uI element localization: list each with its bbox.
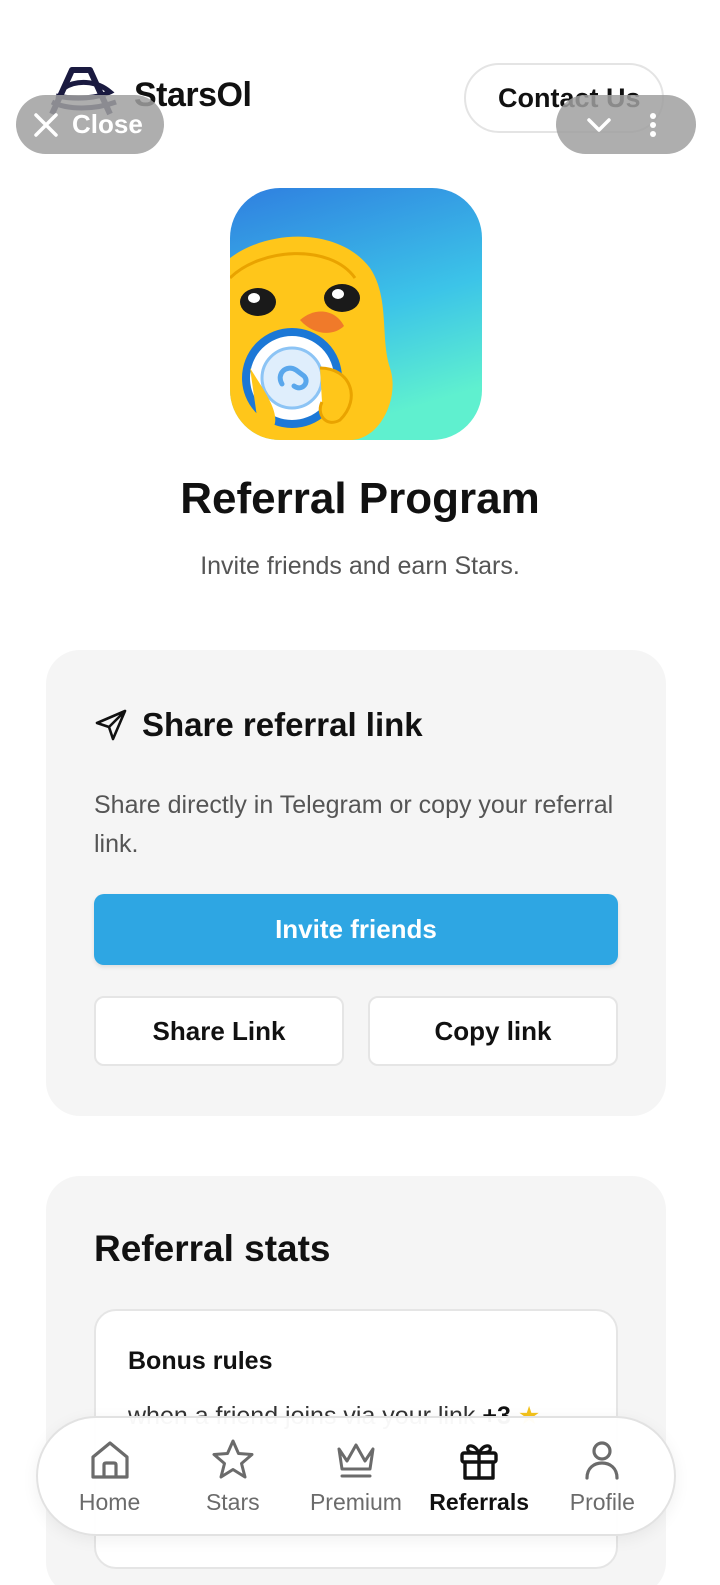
nav-label-premium: Premium bbox=[309, 1488, 402, 1515]
page-title: Referral Program bbox=[180, 474, 540, 523]
send-icon bbox=[95, 709, 127, 741]
bonus-rules-title: Bonus rules bbox=[128, 1347, 273, 1375]
more-vertical-icon[interactable] bbox=[638, 110, 668, 140]
nav-item-stars[interactable]: Stars bbox=[175, 1437, 290, 1516]
share-card-header: Share referral link bbox=[94, 706, 423, 744]
stats-title: Referral stats bbox=[94, 1228, 331, 1269]
close-label: Close bbox=[72, 109, 143, 139]
invite-friends-button[interactable]: Invite friends bbox=[94, 894, 618, 965]
nav-label-referrals: Referrals bbox=[429, 1488, 530, 1515]
home-icon bbox=[90, 1440, 129, 1479]
user-icon bbox=[585, 1440, 619, 1480]
nav-label-profile: Profile bbox=[569, 1488, 635, 1515]
share-link-button[interactable]: Share Link bbox=[94, 996, 344, 1066]
nav-label-stars: Stars bbox=[205, 1488, 260, 1515]
star-icon bbox=[212, 1439, 254, 1478]
close-button[interactable]: Close bbox=[16, 95, 164, 154]
share-card-description: Share directly in Telegram or copy your … bbox=[94, 791, 614, 858]
app-header: StarsOl Contact Us Close bbox=[0, 0, 720, 180]
nav-item-referrals[interactable]: Referrals bbox=[422, 1437, 537, 1516]
nav-label-home: Home bbox=[78, 1488, 141, 1515]
nav-item-home[interactable]: Home bbox=[52, 1437, 167, 1516]
crown-icon bbox=[337, 1443, 375, 1477]
close-icon bbox=[34, 112, 58, 137]
duck-mascot-image bbox=[230, 188, 482, 440]
share-referral-card: Share referral link Share directly in Te… bbox=[46, 650, 666, 1116]
share-card-title: Share referral link bbox=[142, 706, 423, 743]
chevron-down-icon[interactable] bbox=[584, 110, 614, 140]
bottom-nav: Home Stars Premium Referrals Profile bbox=[36, 1416, 676, 1536]
nav-item-profile[interactable]: Profile bbox=[545, 1437, 660, 1516]
copy-link-button[interactable]: Copy link bbox=[368, 996, 618, 1066]
gift-icon bbox=[460, 1443, 498, 1480]
page-subtitle: Invite friends and earn Stars. bbox=[200, 552, 520, 580]
telegram-menu bbox=[556, 95, 696, 154]
nav-item-premium[interactable]: Premium bbox=[298, 1437, 413, 1516]
